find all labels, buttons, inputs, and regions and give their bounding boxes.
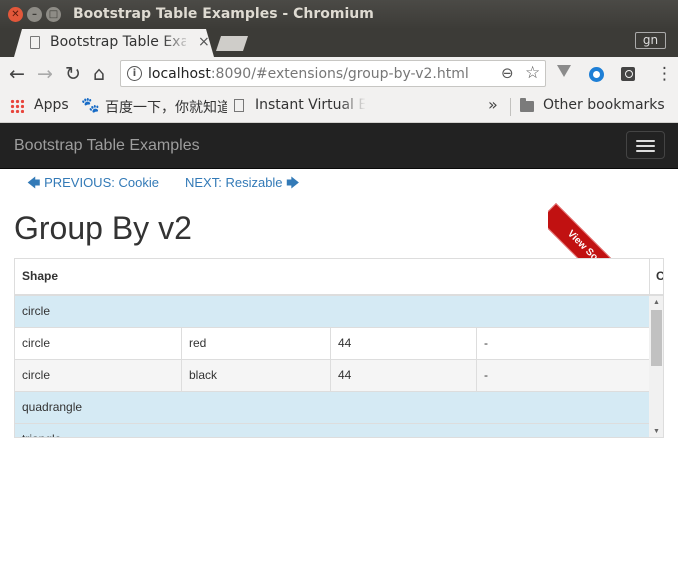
browser-toolbar: ← → ↻ ⌂ i localhost:8090/#extensions/gro…: [0, 57, 678, 91]
info-icon[interactable]: i: [127, 66, 142, 81]
hamburger-bar: [636, 145, 655, 147]
group-by-table: Shape C circle circle red 44 - circle bl…: [14, 258, 664, 438]
scrollbar-thumb[interactable]: [651, 310, 662, 366]
group-row-triangle[interactable]: triangle: [15, 424, 649, 437]
table-cell: black: [181, 360, 330, 392]
group-label: circle: [22, 304, 51, 318]
column-header-extra[interactable]: C: [656, 269, 663, 283]
column-header-shape[interactable]: Shape: [22, 269, 58, 283]
group-row-quadrangle[interactable]: quadrangle: [15, 392, 649, 424]
navbar-toggle-button[interactable]: [626, 131, 665, 159]
address-bar[interactable]: i localhost:8090/#extensions/group-by-v2…: [120, 60, 546, 87]
bookmark-other[interactable]: Other bookmarks: [543, 97, 665, 113]
arrow-right-icon: 🡆: [286, 175, 300, 190]
url-host: localhost: [148, 66, 211, 82]
tab-strip: Bootstrap Table Examples × gn: [0, 29, 678, 57]
zoom-icon[interactable]: ⊖: [501, 64, 514, 82]
blue-extension-icon[interactable]: [589, 67, 604, 82]
window-maximize-button[interactable]: □: [46, 7, 61, 22]
hamburger-bar: [636, 150, 655, 152]
window-title: Bootstrap Table Examples - Chromium: [73, 6, 374, 22]
scroll-down-icon[interactable]: ▼: [649, 425, 663, 437]
bookmark-baidu[interactable]: 百度一下，你就知道: [105, 97, 227, 117]
paw-icon: 🐾: [81, 96, 100, 114]
table-cell: circle: [22, 368, 51, 382]
window-titlebar: ✕ – □ Bootstrap Table Examples - Chromiu…: [0, 0, 678, 29]
table-scrollbar[interactable]: ▲ ▼: [649, 296, 663, 437]
vue-devtools-icon[interactable]: [557, 65, 571, 77]
table-cell: red: [181, 328, 330, 360]
table-row[interactable]: circle red 44 -: [15, 328, 649, 360]
previous-link[interactable]: 🡄 PREVIOUS: Cookie: [27, 174, 159, 196]
bookmark-fade: [340, 91, 366, 121]
forward-arrow-icon[interactable]: →: [37, 63, 53, 85]
bookmark-apps[interactable]: Apps: [34, 97, 69, 113]
tab-bootstrap-table[interactable]: Bootstrap Table Examples ×: [14, 29, 214, 57]
browser-menu-icon[interactable]: ⋮: [656, 64, 673, 84]
table-cell: -: [476, 360, 649, 392]
header-divider: [649, 259, 650, 296]
group-row-circle[interactable]: circle: [15, 296, 649, 328]
window-close-button[interactable]: ✕: [8, 7, 23, 22]
profile-button[interactable]: gn: [635, 32, 666, 49]
arrow-left-icon: 🡄: [27, 175, 41, 190]
table-cell: 44: [330, 328, 476, 360]
home-icon[interactable]: ⌂: [93, 63, 105, 85]
new-tab-button[interactable]: [216, 36, 248, 51]
bookmarks-overflow-icon[interactable]: »: [488, 95, 498, 114]
bookmarks-bar: Apps 🐾 百度一下，你就知道 Instant Virtual E » Oth…: [0, 91, 678, 123]
back-arrow-icon[interactable]: ←: [9, 63, 25, 85]
group-label: quadrangle: [22, 400, 83, 414]
page-icon: [234, 99, 244, 112]
reload-icon[interactable]: ↻: [65, 63, 81, 85]
tab-close-icon[interactable]: ×: [198, 34, 210, 50]
table-cell: -: [476, 328, 649, 360]
hamburger-bar: [636, 140, 655, 142]
table-row[interactable]: circle black 44 -: [15, 360, 649, 392]
table-cell: circle: [22, 336, 51, 350]
bookmarks-separator: [510, 98, 511, 116]
bookmark-star-icon[interactable]: ☆: [525, 63, 540, 83]
previous-link-label: PREVIOUS: Cookie: [44, 175, 159, 190]
page-icon: [30, 36, 40, 49]
table-body: circle circle red 44 - circle black 44 -…: [15, 296, 649, 437]
group-label: triangle: [15, 424, 61, 437]
navbar-brand[interactable]: Bootstrap Table Examples: [14, 137, 200, 155]
table-cell: 44: [330, 360, 476, 392]
apps-grid-icon: [10, 99, 24, 113]
window-minimize-button[interactable]: –: [27, 7, 42, 22]
url-path: :8090/#extensions/group-by-v2.html: [210, 66, 469, 82]
page-title: Group By v2: [14, 210, 192, 246]
tab-title-fade: [162, 29, 192, 57]
next-link-label: NEXT: Resizable: [185, 175, 283, 190]
table-header: Shape C: [15, 259, 663, 296]
folder-icon: [520, 98, 534, 112]
scroll-up-icon[interactable]: ▲: [649, 296, 663, 309]
dark-extension-icon[interactable]: [621, 67, 635, 81]
url-text[interactable]: localhost:8090/#extensions/group-by-v2.h…: [148, 66, 469, 82]
page-navbar: Bootstrap Table Examples: [0, 123, 678, 169]
next-link[interactable]: NEXT: Resizable 🡆: [185, 174, 300, 196]
